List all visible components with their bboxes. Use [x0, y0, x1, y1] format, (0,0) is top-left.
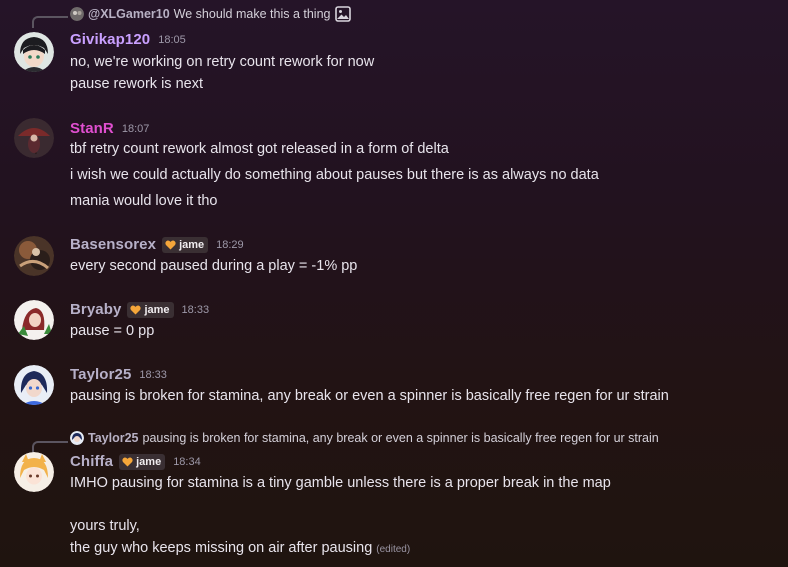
- message-text: pausing is broken for stamina, any break…: [70, 388, 669, 404]
- message-header: Bryaby jame 18:33: [70, 301, 209, 318]
- username[interactable]: Basensorex: [70, 236, 156, 253]
- message-text: pause = 0 pp: [70, 323, 155, 339]
- message-text: pause rework is next: [70, 76, 203, 92]
- message-header: Givikap120 18:05: [70, 31, 186, 48]
- username[interactable]: Chiffa: [70, 453, 113, 470]
- username[interactable]: Givikap120: [70, 31, 150, 48]
- username[interactable]: Bryaby: [70, 301, 121, 318]
- reply-text: We should make this a thing: [173, 7, 331, 21]
- avatar[interactable]: [14, 118, 54, 158]
- role-tag-label: jame: [144, 303, 170, 316]
- username[interactable]: Taylor25: [70, 366, 131, 383]
- message-text: i wish we could actually do something ab…: [70, 167, 599, 183]
- reply-connector: [32, 441, 68, 453]
- username[interactable]: StanR: [70, 120, 114, 137]
- reply-connector: [32, 16, 68, 28]
- timestamp[interactable]: 18:05: [158, 34, 186, 46]
- role-tag-label: jame: [136, 455, 162, 468]
- message-text-last: the guy who keeps missing on air after p…: [70, 540, 410, 556]
- timestamp[interactable]: 18:29: [216, 239, 244, 251]
- role-tag[interactable]: jame: [119, 453, 166, 470]
- reply-username[interactable]: Taylor25: [88, 431, 139, 445]
- heart-icon: [122, 456, 133, 467]
- avatar[interactable]: [14, 452, 54, 492]
- message-header: StanR 18:07: [70, 120, 149, 137]
- timestamp[interactable]: 18:33: [139, 369, 167, 381]
- message-header: Chiffa jame 18:34: [70, 453, 201, 470]
- message-text: IMHO pausing for stamina is a tiny gambl…: [70, 475, 611, 491]
- reply-preview[interactable]: Taylor25 pausing is broken for stamina, …: [70, 431, 659, 445]
- timestamp[interactable]: 18:07: [122, 123, 150, 135]
- heart-icon: [130, 304, 142, 315]
- heart-icon: [165, 239, 176, 250]
- reply-username[interactable]: @XLGamer10: [88, 7, 170, 21]
- message-header: Taylor25 18:33: [70, 366, 167, 383]
- message-text: tbf retry count rework almost got releas…: [70, 141, 449, 157]
- reply-preview[interactable]: @XLGamer10 We should make this a thing: [70, 6, 352, 22]
- avatar[interactable]: [14, 32, 54, 72]
- message-text: every second paused during a play = -1% …: [70, 258, 358, 274]
- timestamp[interactable]: 18:34: [173, 456, 201, 468]
- message-header: Basensorex jame 18:29: [70, 236, 244, 253]
- role-tag[interactable]: jame: [127, 301, 174, 318]
- message-text: yours truly,: [70, 518, 140, 534]
- reply-avatar: [70, 7, 84, 21]
- reply-avatar: [70, 431, 84, 445]
- avatar[interactable]: [14, 365, 54, 405]
- role-tag-label: jame: [179, 238, 205, 251]
- message-text: mania would love it tho: [70, 193, 218, 209]
- avatar[interactable]: [14, 236, 54, 276]
- edited-label: (edited): [376, 544, 411, 555]
- reply-text: pausing is broken for stamina, any break…: [142, 431, 659, 445]
- image-icon: [335, 6, 352, 22]
- role-tag[interactable]: jame: [162, 236, 209, 253]
- message-text: no, we're working on retry count rework …: [70, 54, 375, 70]
- message-text: the guy who keeps missing on air after p…: [70, 540, 373, 556]
- avatar[interactable]: [14, 300, 54, 340]
- timestamp[interactable]: 18:33: [182, 304, 210, 316]
